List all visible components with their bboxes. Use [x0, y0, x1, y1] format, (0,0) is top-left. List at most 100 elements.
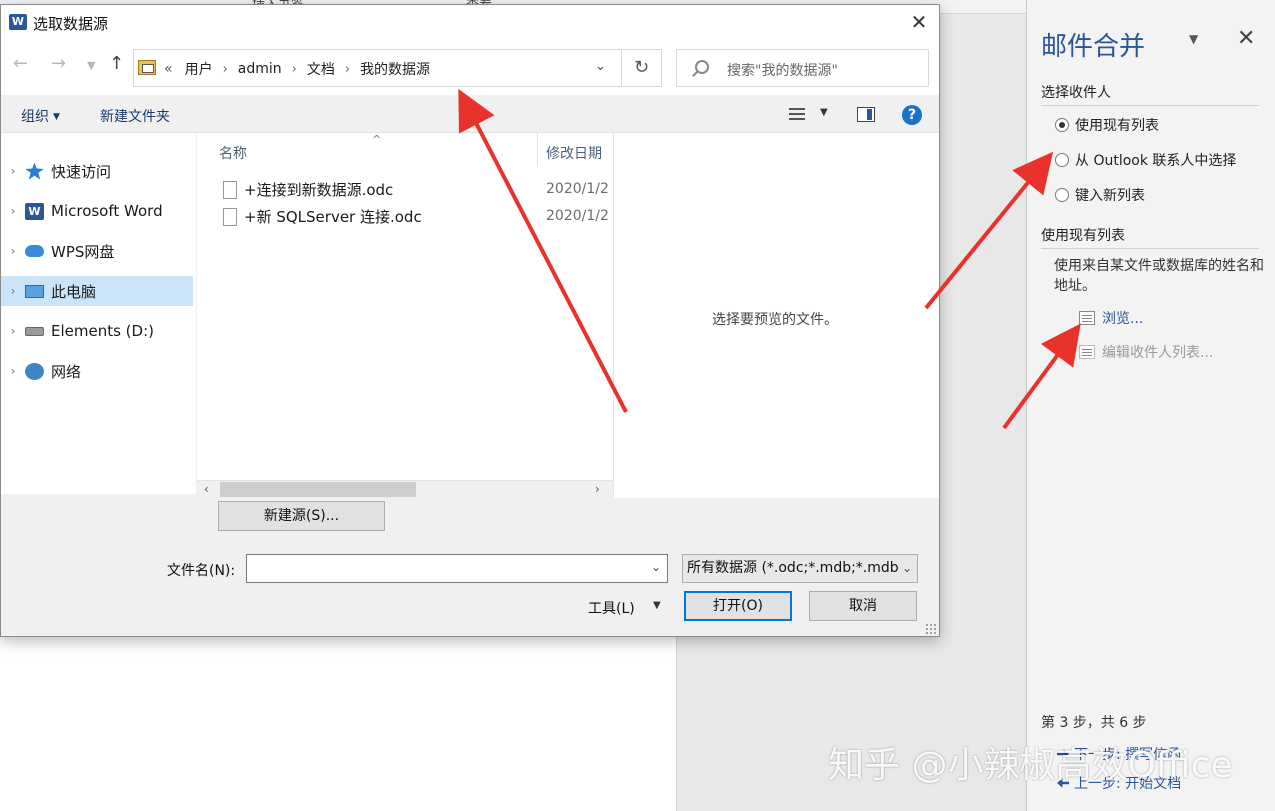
- organize-menu[interactable]: 组织 ▼: [21, 106, 60, 126]
- view-options-caret-icon[interactable]: ▼: [820, 107, 828, 118]
- edit-list-icon: [1079, 345, 1095, 359]
- search-placeholder: 搜索"我的数据源": [727, 63, 838, 79]
- up-arrow-icon[interactable]: ↑: [109, 53, 124, 74]
- help-icon[interactable]: ?: [902, 105, 922, 125]
- tools-menu[interactable]: 工具(L): [588, 598, 635, 618]
- new-folder-button[interactable]: 新建文件夹: [100, 106, 170, 126]
- radio-use-existing-list[interactable]: 使用现有列表: [1055, 115, 1159, 135]
- radio-button-icon[interactable]: [1055, 188, 1069, 202]
- filename-input[interactable]: ⌄: [246, 554, 668, 583]
- radio-label: 使用现有列表: [1075, 118, 1159, 134]
- address-bar[interactable]: « 用户 › admin › 文档 › 我的数据源 ⌄: [133, 49, 622, 87]
- pane-title: 邮件合并: [1041, 32, 1146, 62]
- filename-label: 文件名(N):: [167, 563, 236, 579]
- tools-caret-down-icon[interactable]: ▼: [653, 600, 661, 611]
- preview-pane-icon[interactable]: [857, 107, 875, 122]
- scrollbar-thumb[interactable]: [220, 482, 416, 497]
- recent-locations-caret-icon[interactable]: ▼: [87, 59, 95, 72]
- scroll-left-icon[interactable]: ‹: [204, 482, 209, 496]
- nav-item-quick-access[interactable]: › 快速访问: [1, 156, 193, 186]
- forward-arrow-icon[interactable]: →: [51, 53, 66, 74]
- search-input[interactable]: 搜索"我的数据源": [676, 49, 929, 87]
- nav-item-label: 网络: [51, 362, 82, 381]
- expand-chevron-icon[interactable]: ›: [1, 244, 25, 258]
- dialog-title: 选取数据源: [33, 15, 109, 33]
- watermark: 知乎 @小辣椒高效Office: [828, 745, 1233, 786]
- quick-access-star-icon: [25, 162, 44, 180]
- column-header-name[interactable]: 名称: [219, 143, 247, 163]
- radio-button-icon[interactable]: [1055, 118, 1069, 132]
- file-list: ^ 名称 修改日期 +连接到新数据源.odc 2020/1/2 +新 SQLSe…: [197, 133, 613, 481]
- this-pc-icon: [25, 284, 44, 298]
- dialog-toolbar: 组织 ▼ 新建文件夹 ▼ ?: [1, 95, 939, 133]
- folder-icon: [138, 60, 156, 75]
- back-arrow-icon[interactable]: ←: [13, 53, 28, 74]
- browse-link-label[interactable]: 浏览...: [1102, 308, 1143, 328]
- dialog-titlebar[interactable]: W 选取数据源 ✕: [1, 5, 939, 39]
- breadcrumb-overflow[interactable]: «: [164, 61, 173, 77]
- close-icon[interactable]: ✕: [906, 9, 932, 35]
- pane-menu-caret-icon[interactable]: ▼: [1189, 32, 1198, 46]
- file-type-select[interactable]: 所有数据源 (*.odc;*.mdb;*.mdb ⌄: [682, 554, 918, 583]
- expand-chevron-icon[interactable]: ›: [1, 204, 25, 218]
- edit-link-label: 编辑收件人列表...: [1102, 345, 1214, 361]
- expand-chevron-icon[interactable]: ›: [1, 324, 25, 338]
- nav-item-microsoft-word[interactable]: › W Microsoft Word: [1, 196, 193, 226]
- expand-chevron-icon[interactable]: ›: [1, 284, 25, 298]
- organize-label: 组织: [21, 109, 49, 125]
- refresh-button[interactable]: ↻: [622, 49, 662, 87]
- resize-grip-icon[interactable]: [925, 623, 937, 635]
- search-icon: [695, 60, 709, 74]
- breadcrumb-my-data-sources[interactable]: 我的数据源: [360, 59, 430, 79]
- pane-close-icon[interactable]: ✕: [1237, 28, 1255, 50]
- sort-ascending-icon: ^: [372, 133, 382, 146]
- nav-item-elements-drive[interactable]: › Elements (D:): [1, 316, 193, 346]
- breadcrumb-chevron-icon[interactable]: ›: [223, 62, 228, 77]
- breadcrumb: « 用户 › admin › 文档 › 我的数据源: [164, 59, 430, 79]
- radio-button-icon[interactable]: [1055, 153, 1069, 167]
- nav-item-label: 此电脑: [51, 282, 97, 301]
- radio-type-new-list[interactable]: 键入新列表: [1055, 185, 1145, 205]
- browse-link[interactable]: 浏览...: [1079, 308, 1143, 328]
- view-list-icon[interactable]: [789, 108, 805, 122]
- cancel-button[interactable]: 取消: [809, 591, 917, 621]
- address-history-chevron-down-icon[interactable]: ⌄: [595, 59, 606, 74]
- step-info: 第 3 步，共 6 步: [1041, 715, 1147, 731]
- preview-pane: 选择要预览的文件。: [613, 133, 939, 498]
- breadcrumb-users[interactable]: 用户: [185, 59, 213, 79]
- radio-label: 从 Outlook 联系人中选择: [1075, 153, 1237, 169]
- nav-item-this-pc[interactable]: › 此电脑: [1, 276, 193, 306]
- nav-item-label: WPS网盘: [51, 242, 115, 261]
- radio-outlook-contacts[interactable]: 从 Outlook 联系人中选择: [1055, 150, 1236, 170]
- breadcrumb-documents[interactable]: 文档: [307, 59, 335, 79]
- file-row[interactable]: +新 SQLServer 连接.odc: [223, 206, 422, 227]
- scroll-right-icon[interactable]: ›: [595, 482, 600, 496]
- nav-item-wps-cloud[interactable]: › WPS网盘: [1, 236, 193, 266]
- breadcrumb-chevron-icon[interactable]: ›: [345, 62, 350, 77]
- browse-table-icon: [1079, 311, 1095, 325]
- edit-recipient-list-link: 编辑收件人列表...: [1079, 342, 1213, 362]
- word-app-icon: W: [25, 202, 44, 220]
- chevron-down-icon[interactable]: ⌄: [898, 555, 912, 582]
- nav-item-label: Elements (D:): [51, 322, 154, 340]
- section-use-existing-list: 使用现有列表: [1041, 225, 1259, 249]
- nav-item-network[interactable]: › 网络: [1, 356, 193, 386]
- horizontal-scrollbar[interactable]: ‹ ›: [197, 480, 613, 498]
- nav-item-label: Microsoft Word: [51, 202, 163, 220]
- filename-history-chevron-down-icon[interactable]: ⌄: [651, 560, 661, 574]
- expand-chevron-icon[interactable]: ›: [1, 164, 25, 178]
- breadcrumb-chevron-icon[interactable]: ›: [292, 62, 297, 77]
- preview-message: 选择要预览的文件。: [712, 312, 838, 328]
- word-app-icon: W: [9, 14, 27, 30]
- file-row[interactable]: +连接到新数据源.odc: [223, 179, 393, 200]
- file-date: 2020/1/2: [546, 208, 609, 224]
- column-divider[interactable]: [537, 133, 538, 167]
- breadcrumb-admin[interactable]: admin: [238, 61, 282, 77]
- open-button[interactable]: 打开(O): [684, 591, 792, 621]
- mail-merge-pane: 邮件合并 ▼ ✕ 选择收件人 使用现有列表 从 Outlook 联系人中选择 键…: [1026, 0, 1275, 811]
- expand-chevron-icon[interactable]: ›: [1, 364, 25, 378]
- section-description: 使用来自某文件或数据库的姓名和地址。: [1054, 258, 1264, 294]
- new-source-button[interactable]: 新建源(S)...: [218, 501, 385, 531]
- column-header-modified[interactable]: 修改日期: [546, 143, 602, 163]
- select-data-source-dialog: W 选取数据源 ✕ ← → ▼ ↑ « 用户 › admin › 文档 › 我的…: [0, 4, 940, 637]
